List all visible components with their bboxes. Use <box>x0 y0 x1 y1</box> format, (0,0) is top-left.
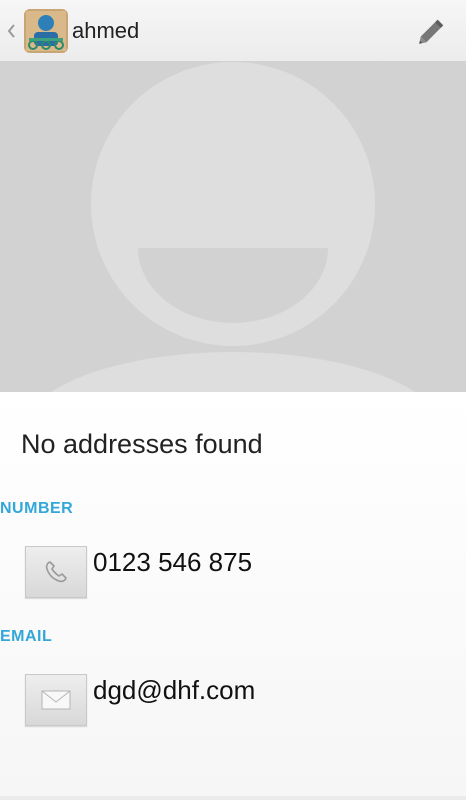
phone-icon <box>45 561 67 583</box>
email-value[interactable]: dgd@dhf.com <box>93 675 255 705</box>
email-section-header: EMAIL <box>0 628 53 645</box>
contact-name-title: ahmed <box>72 18 140 43</box>
call-button[interactable] <box>25 546 87 598</box>
pencil-icon <box>419 19 444 44</box>
default-contact-silhouette-icon <box>51 62 415 392</box>
bottom-divider <box>0 796 466 800</box>
phone-number-value[interactable]: 0123 546 875 <box>93 547 252 577</box>
no-address-message: No addresses found <box>21 429 263 459</box>
edit-contact-button[interactable] <box>412 11 452 51</box>
envelope-icon <box>41 690 71 710</box>
contact-photo <box>0 62 466 392</box>
contact-avatar-icon[interactable] <box>24 9 68 53</box>
email-button[interactable] <box>25 674 87 726</box>
number-section-header: NUMBER <box>0 500 74 517</box>
action-bar: ahmed <box>0 0 466 62</box>
chevron-left-icon[interactable] <box>4 19 18 43</box>
up-navigation[interactable]: ahmed <box>0 0 150 62</box>
contact-details: No addresses found NUMBER 0123 546 875 E… <box>0 392 466 800</box>
